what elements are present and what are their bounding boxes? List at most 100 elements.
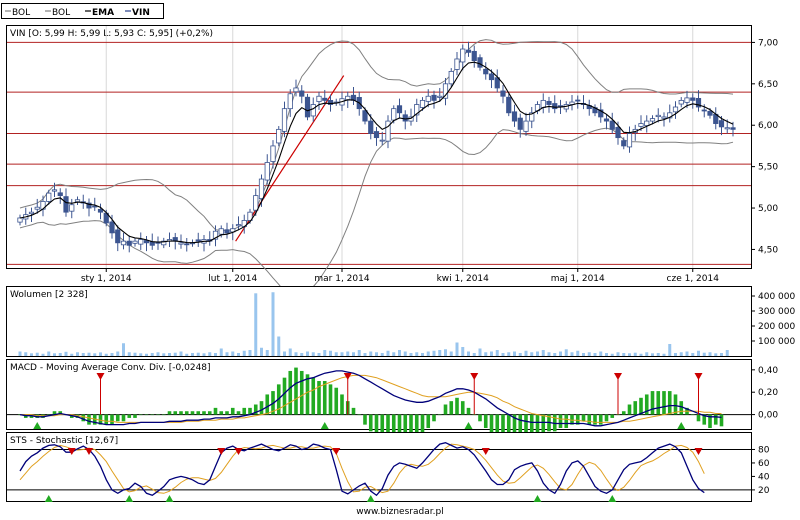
macd-histogram-bar: [127, 414, 132, 418]
y-tick-label: 20: [758, 486, 770, 496]
volume-bar: [214, 353, 217, 356]
macd-histogram-bar: [190, 411, 195, 415]
candle-body: [425, 95, 431, 102]
candle-body: [304, 96, 311, 118]
macd-histogram-bar: [328, 384, 333, 415]
candle-body: [655, 114, 661, 118]
macd-histogram-bar: [443, 404, 448, 415]
volume-bar: [173, 352, 177, 356]
candle-body: [477, 57, 483, 68]
candle-body: [500, 90, 506, 97]
volume-bar: [576, 350, 580, 356]
macd-histogram-bar: [587, 414, 592, 425]
macd-histogram-bar: [259, 401, 264, 415]
candle-body: [264, 162, 270, 181]
volume-bar: [369, 351, 373, 356]
macd-histogram-bar: [184, 411, 189, 415]
volume-bar: [76, 352, 79, 356]
candle-body: [730, 127, 736, 130]
volume-bar: [139, 353, 143, 356]
candle-body: [615, 126, 621, 139]
candle-body: [701, 109, 707, 112]
volume-bar: [30, 353, 33, 356]
macd-histogram-bar: [368, 414, 373, 432]
candle-body: [460, 48, 466, 63]
volume-bar: [628, 353, 631, 356]
volume-bar: [559, 351, 562, 356]
macd-histogram-bar: [667, 391, 672, 415]
candle-body: [373, 131, 380, 139]
volume-bar: [490, 351, 493, 356]
macd-histogram-bar: [639, 397, 643, 415]
candle-body: [368, 120, 374, 134]
volume-bar: [599, 351, 603, 356]
candle-body: [46, 192, 52, 202]
candle-body: [684, 97, 690, 103]
candle-body: [74, 199, 81, 203]
x-tick-label: sty 1, 2014: [81, 274, 132, 284]
macd-histogram-bar: [179, 411, 183, 415]
macd-histogram-bar: [282, 377, 287, 415]
volume-bar: [605, 353, 608, 356]
volume-bar: [104, 353, 108, 356]
volume-bar: [363, 353, 367, 356]
volume-bar: [720, 353, 723, 356]
volume-bar: [691, 353, 695, 356]
volume-bar: [541, 350, 545, 356]
macd-histogram-bar: [455, 397, 459, 415]
volume-bar: [24, 352, 28, 356]
candle-body: [552, 103, 558, 110]
macd-histogram-bar: [558, 414, 563, 428]
macd-histogram-bar: [437, 414, 442, 416]
macd-histogram-bar: [334, 387, 339, 415]
price-x-axis: sty 1, 2014 lut 1, 2014 mar 1, 2014 kwi 1, …: [81, 268, 719, 284]
macd-histogram-bar: [690, 414, 695, 416]
volume-bar: [685, 351, 689, 356]
candle-body: [97, 208, 104, 213]
volume-bar: [697, 350, 700, 356]
volume-bar: [536, 351, 539, 356]
volume-bar: [260, 347, 263, 356]
y-tick-label: 200 000: [758, 322, 795, 332]
volume-bar: [58, 353, 62, 356]
macd-histogram-bar: [656, 391, 661, 415]
candle-body: [465, 49, 472, 53]
y-tick-label: 7,00: [758, 38, 778, 48]
volume-bar: [461, 347, 465, 356]
candle-body: [419, 99, 426, 108]
macd-histogram-bar: [460, 401, 465, 415]
volume-bar: [679, 352, 683, 356]
volume-bar: [725, 350, 729, 356]
volume-bar: [70, 353, 74, 356]
y-tick-label: 100 000: [758, 337, 795, 347]
macd-histogram-bar: [340, 394, 344, 415]
price-panel: VIN [O: 5,99 H: 5,99 L: 5,93 C: 5,95] (+…: [6, 25, 778, 300]
volume-bar: [409, 353, 413, 356]
candle-body: [293, 87, 299, 93]
volume-bar: [513, 351, 516, 356]
macd-histogram-bar: [104, 414, 109, 425]
macd-histogram-bar: [621, 411, 626, 415]
macd-histogram-bar: [225, 411, 229, 415]
candle-body: [195, 239, 201, 242]
x-tick-label: maj 1, 2014: [551, 274, 605, 284]
candle-body: [178, 242, 184, 245]
volume-bar: [444, 349, 447, 356]
volume-bar: [242, 350, 246, 356]
macd-histogram-bar: [173, 411, 178, 415]
volume-bar: [553, 353, 557, 356]
x-tick-label: lut 1, 2014: [208, 274, 257, 284]
y-tick-label: 40: [758, 472, 770, 482]
volume-bar: [708, 352, 712, 356]
macd-histogram-bar: [604, 414, 609, 422]
macd-histogram-bar: [616, 414, 620, 416]
candle-body: [57, 192, 63, 197]
candle-body: [28, 211, 35, 215]
volume-bar: [656, 353, 660, 356]
volume-bar: [208, 352, 212, 356]
volume-bar: [438, 350, 442, 356]
macd-histogram-bar: [432, 414, 436, 422]
macd-histogram-bar: [633, 401, 638, 415]
macd-histogram-bar: [351, 407, 356, 415]
macd-panel-title: MACD - Moving Average Conv. Div. [-0,024…: [10, 363, 211, 373]
